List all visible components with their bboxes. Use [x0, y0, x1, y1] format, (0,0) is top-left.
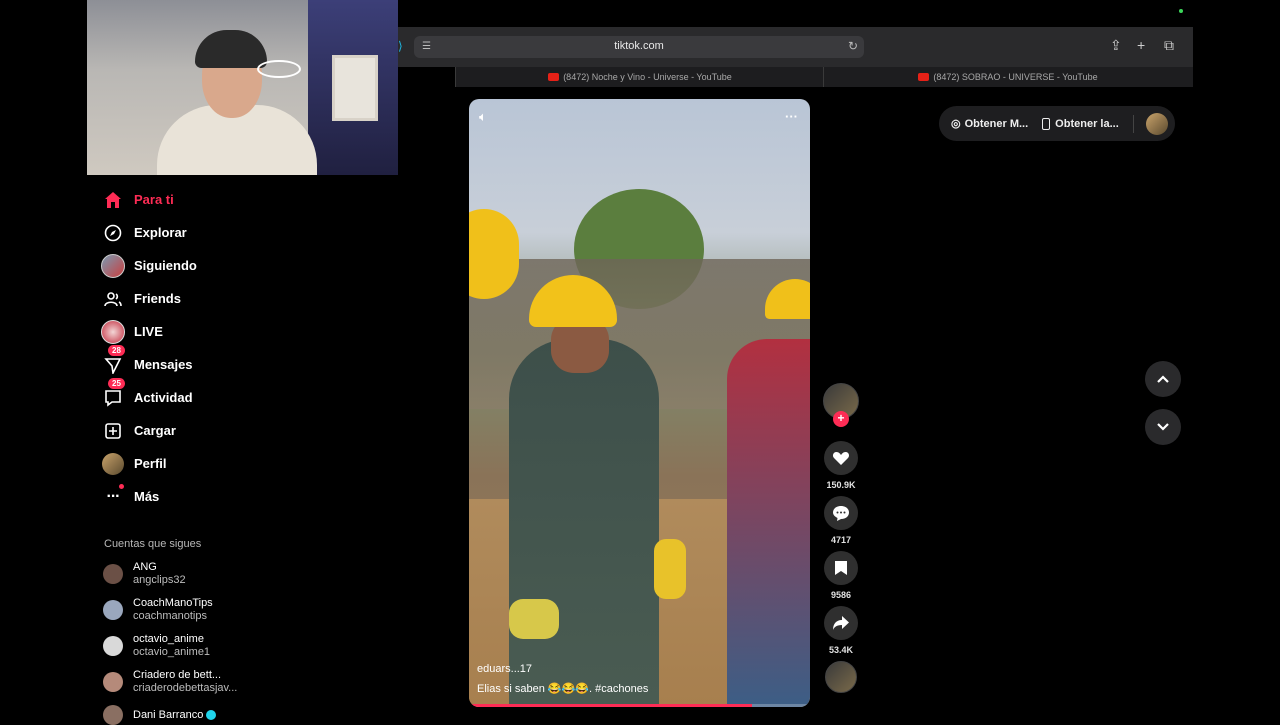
creator-avatar[interactable]: + [823, 383, 859, 427]
share-button[interactable] [824, 606, 858, 640]
followed-account[interactable]: ANG angclips32 [103, 561, 186, 587]
avatar [103, 564, 123, 584]
youtube-icon [918, 73, 930, 81]
volume-icon[interactable]: 🔈︎ [479, 109, 487, 125]
previous-video-button[interactable] [1145, 361, 1181, 397]
music-disc[interactable] [825, 661, 857, 693]
more-icon: ··· [100, 483, 126, 510]
messages-badge: 28 [108, 344, 125, 356]
status-indicator [1179, 9, 1183, 13]
get-app-bar: ◎ Obtener M... Obtener la... [939, 106, 1175, 141]
live-avatar [100, 319, 126, 345]
more-options-icon[interactable]: ··· [785, 109, 798, 124]
notification-dot [119, 483, 124, 489]
video-player[interactable]: 🔈︎ ··· eduars...17 Elias si saben 😂😂😂. #… [469, 99, 810, 707]
browser-toolbar: ⟩ ☰ tiktok.com ↻ ⇪ + ⧉ [398, 27, 1193, 67]
following-avatar [100, 253, 126, 279]
youtube-icon [548, 73, 560, 81]
avatar [103, 600, 123, 620]
avatar [103, 672, 123, 692]
save-count: 9586 [830, 590, 852, 600]
heart-icon [832, 452, 850, 465]
tab-youtube-1[interactable]: (8472) Noche y Vino - Universe - YouTube [455, 67, 824, 87]
phone-icon [1042, 117, 1051, 130]
comment-button[interactable] [824, 496, 858, 530]
sidebar-nav: Para ti Explorar Siguiendo Friends LIVE … [100, 183, 340, 513]
browser-edge-icon: ⟩ [398, 39, 403, 53]
messages-icon: 28 [100, 344, 126, 378]
video-caption: Elias si saben 😂😂😂. #cachones [477, 683, 649, 695]
sidebar-item-actividad[interactable]: 25 Actividad [100, 377, 340, 414]
video-progress-bar[interactable] [469, 704, 810, 707]
comment-icon [833, 506, 849, 521]
followed-account[interactable]: Dani Barranco [103, 705, 217, 725]
followed-account[interactable]: CoachManoTips coachmanotips [103, 597, 213, 623]
tabs-overview-icon[interactable]: ⧉ [1164, 37, 1174, 54]
upload-icon [100, 418, 126, 444]
share-count: 53.4K [828, 645, 854, 655]
compass-icon: ◎ [951, 118, 961, 130]
video-author[interactable]: eduars...17 [477, 663, 532, 675]
avatar [103, 636, 123, 656]
sidebar-item-para-ti[interactable]: Para ti [100, 183, 340, 216]
comment-count: 4717 [830, 535, 852, 545]
sidebar-item-mas[interactable]: ··· Más [100, 480, 340, 513]
sidebar-item-cargar[interactable]: Cargar [100, 414, 340, 447]
next-video-button[interactable] [1145, 409, 1181, 445]
action-column: + 150.9K 4717 9586 53.4K [822, 383, 860, 693]
chevron-down-icon [1157, 423, 1169, 431]
sidebar-item-friends[interactable]: Friends [100, 282, 340, 315]
sidebar-item-explorar[interactable]: Explorar [100, 216, 340, 249]
url-text: tiktok.com [614, 40, 664, 52]
share-icon[interactable]: ⇪ [1110, 37, 1122, 54]
new-tab-icon[interactable]: + [1137, 37, 1145, 53]
address-bar[interactable]: ☰ tiktok.com ↻ [414, 36, 864, 58]
follow-plus-icon[interactable]: + [833, 411, 849, 427]
divider [1132, 114, 1134, 133]
followed-account[interactable]: Criadero de bett... criaderodebettasjav..… [103, 669, 237, 695]
activity-badge: 25 [108, 377, 125, 389]
compass-icon [100, 220, 126, 246]
following-section-title: Cuentas que sigues [104, 538, 202, 550]
chevron-up-icon [1157, 375, 1169, 383]
friends-icon [100, 286, 126, 312]
activity-icon: 25 [100, 377, 126, 411]
tab-youtube-2[interactable]: (8472) SOBRAO - UNIVERSE - YouTube [823, 67, 1192, 87]
like-button[interactable] [824, 441, 858, 475]
avatar [103, 705, 123, 725]
profile-avatar[interactable] [1145, 112, 1168, 135]
reload-icon[interactable]: ↻ [848, 39, 858, 53]
home-icon [100, 187, 126, 213]
sidebar-item-siguiendo[interactable]: Siguiendo [100, 249, 340, 282]
share-arrow-icon [833, 616, 849, 630]
video-progress-fill [469, 704, 753, 707]
sidebar-item-perfil[interactable]: Perfil [100, 447, 340, 480]
like-count: 150.9K [826, 480, 856, 490]
save-button[interactable] [824, 551, 858, 585]
get-mobile-app-button[interactable]: Obtener la... [1042, 117, 1119, 130]
verified-icon [206, 709, 217, 720]
sidebar-item-live[interactable]: LIVE [100, 315, 340, 348]
bookmark-icon [835, 561, 847, 575]
followed-account[interactable]: octavio_anime octavio_anime1 [103, 633, 210, 659]
profile-avatar [100, 451, 126, 477]
get-desktop-app-button[interactable]: ◎ Obtener M... [951, 117, 1028, 131]
tab-bar: (8472) Noche y Vino - Universe - YouTube… [455, 67, 1193, 87]
webcam-overlay [87, 0, 398, 175]
sidebar-item-mensajes[interactable]: 28 Mensajes [100, 344, 340, 381]
